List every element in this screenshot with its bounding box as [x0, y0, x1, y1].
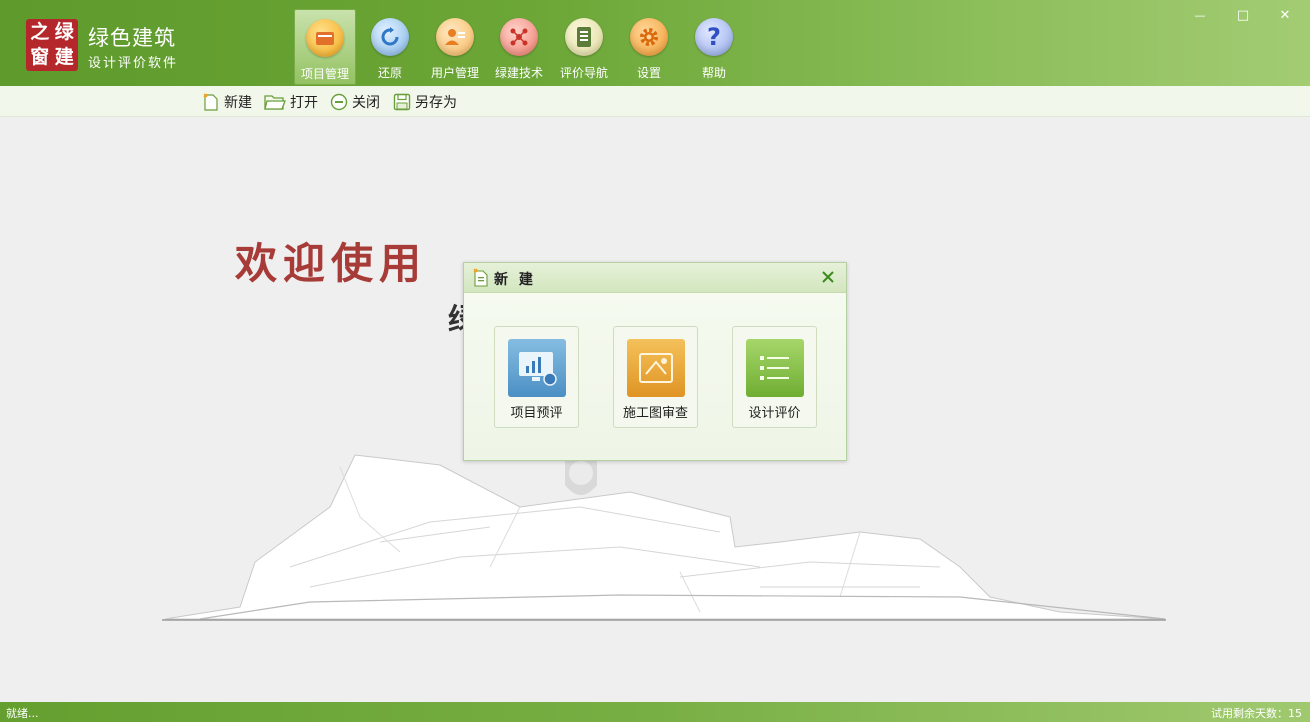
tile-design-evaluation[interactable]: 设计评价	[732, 326, 817, 428]
logo-char: 建	[54, 45, 74, 68]
toolbar-label: 帮助	[701, 66, 726, 80]
logo-char: 窗	[30, 45, 50, 68]
save-as-label: 另存为	[415, 94, 457, 111]
new-button[interactable]: 新建	[202, 91, 252, 112]
minimize-icon: —	[1194, 8, 1206, 22]
toolbar-label: 还原	[377, 66, 402, 80]
close-window-button[interactable]: ✕	[1272, 6, 1298, 24]
logo-char: 绿	[54, 21, 74, 44]
tile-project-pre-evaluation[interactable]: 项目预评	[494, 326, 579, 428]
minimize-button[interactable]: —	[1187, 6, 1213, 24]
toolbar-green-tech-button[interactable]: 绿建技术	[488, 9, 550, 85]
user-icon	[436, 18, 474, 56]
app-logo: 之 绿 窗 建	[26, 19, 78, 71]
close-icon: ✕	[1279, 7, 1291, 23]
app-title: 绿色建筑	[88, 26, 176, 50]
open-folder-icon	[264, 93, 286, 111]
toolbar-label: 设置	[636, 66, 661, 80]
new-file-icon	[202, 92, 220, 111]
app-subtitle: 设计评价软件	[88, 56, 179, 71]
toolbar-settings-button[interactable]: 设置	[618, 9, 680, 85]
toolbar-label: 项目管理	[300, 67, 349, 81]
refresh-icon	[371, 18, 409, 56]
tile-construction-drawing-review[interactable]: 施工图审查	[613, 326, 698, 428]
toolbar-evaluation-nav-button[interactable]: 评价导航	[553, 9, 615, 85]
chart-monitor-icon	[508, 339, 566, 397]
trial-days-remaining: 试用剩余天数：15	[1211, 707, 1302, 720]
toolbar-label: 用户管理	[430, 66, 479, 80]
open-button[interactable]: 打开	[264, 91, 318, 112]
maximize-icon: □	[1236, 7, 1250, 23]
status-bar: 就绪... 试用剩余天数：15	[0, 702, 1310, 722]
toolbar-label: 绿建技术	[494, 66, 543, 80]
maximize-button[interactable]: □	[1230, 6, 1256, 24]
folder-icon	[306, 19, 344, 57]
dialog-title: 新 建	[494, 272, 536, 288]
toolbar-project-management-button[interactable]: 项目管理	[294, 9, 356, 85]
save-icon	[393, 93, 411, 111]
close-label: 关闭	[352, 94, 380, 111]
file-toolbar: 新建 打开 关闭 另存为	[0, 86, 1310, 117]
tile-label: 施工图审查	[622, 406, 688, 421]
new-project-dialog: 新 建 项目预评 施工图审查 设计评价	[463, 262, 847, 461]
close-button[interactable]: 关闭	[330, 91, 380, 112]
gear-icon	[630, 18, 668, 56]
help-icon: ?	[695, 18, 733, 56]
open-label: 打开	[290, 94, 318, 111]
building-illustration	[162, 454, 1166, 621]
dialog-close-button[interactable]	[819, 268, 837, 286]
tile-label: 项目预评	[510, 406, 563, 421]
toolbar-help-button[interactable]: ? 帮助	[683, 9, 745, 85]
status-text: 就绪...	[6, 707, 39, 720]
save-as-button[interactable]: 另存为	[393, 91, 457, 112]
new-file-icon	[473, 268, 489, 291]
welcome-heading: 欢迎使用	[235, 239, 428, 288]
tile-label: 设计评价	[748, 406, 801, 421]
new-label: 新建	[224, 94, 252, 111]
dialog-header: 新 建	[464, 263, 846, 293]
book-icon	[565, 18, 603, 56]
title-ribbon: 之 绿 窗 建 绿色建筑 设计评价软件 项目管理 还原 用户管理 绿建技术 评价…	[0, 0, 1310, 86]
toolbar-restore-button[interactable]: 还原	[359, 9, 421, 85]
toolbar-label: 评价导航	[559, 66, 608, 80]
close-icon	[822, 271, 834, 283]
blueprint-icon	[627, 339, 685, 397]
network-icon	[500, 18, 538, 56]
toolbar-user-management-button[interactable]: 用户管理	[424, 9, 486, 85]
logo-char: 之	[30, 21, 50, 44]
list-icon	[746, 339, 804, 397]
close-circle-icon	[330, 93, 348, 111]
